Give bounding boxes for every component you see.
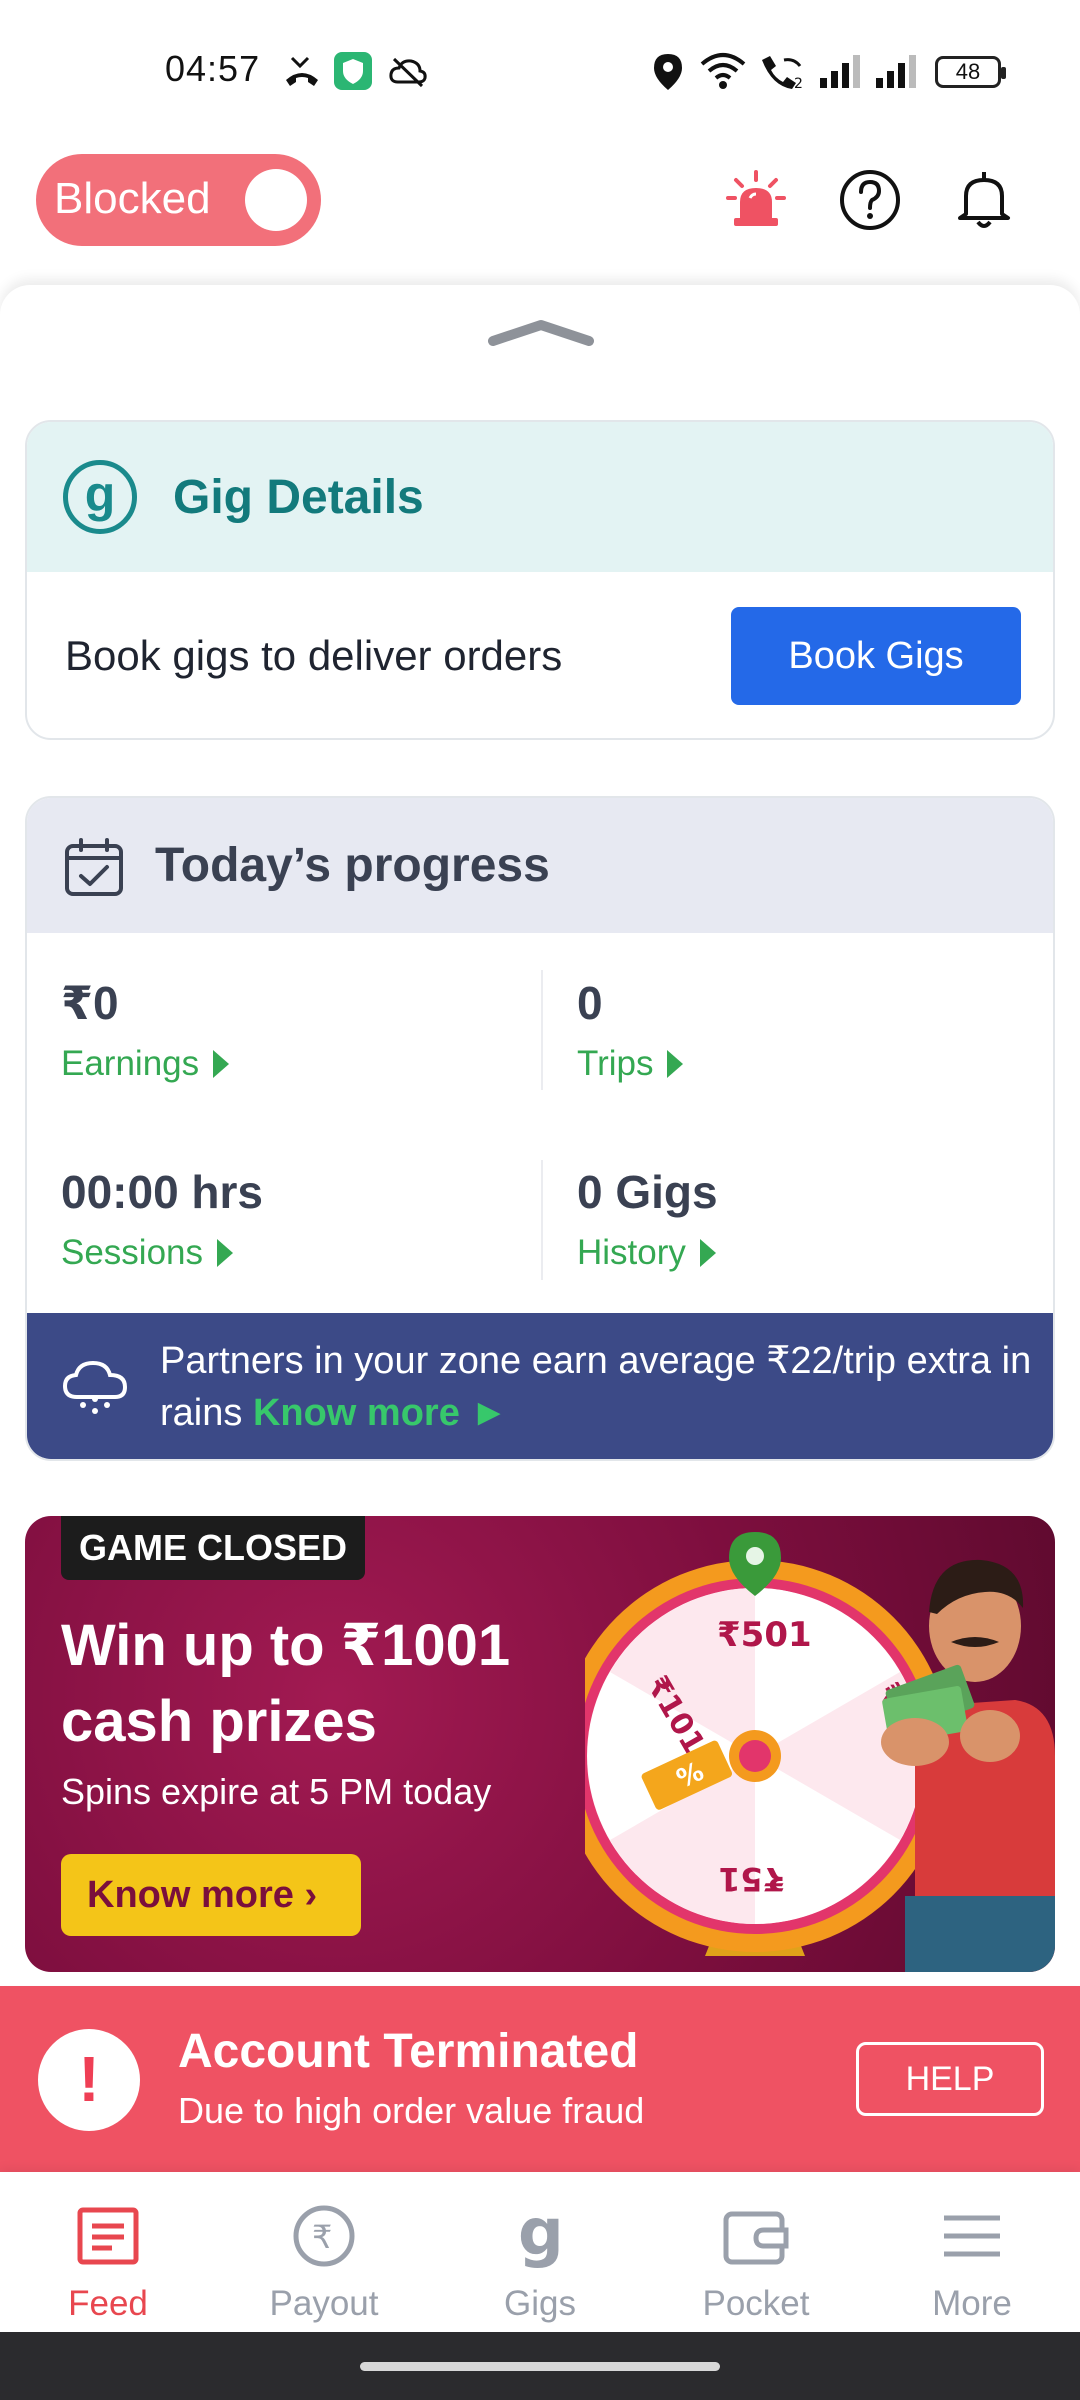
nav-item-payout[interactable]: ₹ Payout xyxy=(216,2172,432,2332)
stat-divider xyxy=(541,970,543,1090)
status-time: 04:57 xyxy=(165,48,261,89)
wallet-icon xyxy=(723,2211,789,2265)
trips-link[interactable]: Trips xyxy=(577,1044,684,1084)
cloud-off-icon xyxy=(389,57,427,88)
chevron-right-icon xyxy=(213,1050,230,1078)
duty-status-label: Blocked xyxy=(54,174,211,223)
wifi-icon xyxy=(700,53,746,89)
siren-icon[interactable] xyxy=(724,168,788,232)
help-button[interactable]: HELP xyxy=(856,2042,1044,2116)
home-gesture-handle[interactable] xyxy=(360,2362,720,2371)
wheel-label-501: ₹501 xyxy=(717,1615,812,1655)
nav-item-more[interactable]: More xyxy=(864,2172,1080,2332)
trips-stat[interactable]: 0 Trips xyxy=(577,976,684,1084)
rain-banner-text: Partners in your zone earn average ₹22/t… xyxy=(160,1340,1032,1434)
help-icon[interactable] xyxy=(838,168,902,232)
gigs-history-value: 0 Gigs xyxy=(577,1166,718,1218)
stat-divider xyxy=(541,1160,543,1280)
nav-item-pocket[interactable]: Pocket xyxy=(648,2172,864,2332)
signal-icon-1 xyxy=(820,55,860,88)
signal-icon-2 xyxy=(876,55,916,88)
chevron-right-icon xyxy=(667,1050,684,1078)
earnings-value: ₹0 xyxy=(61,977,119,1029)
system-navigation-bar xyxy=(0,2332,1080,2400)
todays-progress-card: Today’s progress ₹0 Earnings 0 Trips 00:… xyxy=(25,796,1055,1461)
sheet-drag-handle[interactable] xyxy=(487,317,595,347)
gig-details-description: Book gigs to deliver orders xyxy=(65,632,563,679)
nav-item-gigs[interactable]: g Gigs xyxy=(432,2172,648,2332)
gig-details-card: g Gig Details Book gigs to deliver order… xyxy=(25,420,1055,740)
location-icon xyxy=(654,54,682,90)
svg-text:₹: ₹ xyxy=(312,2218,332,2256)
game-subtitle: Spins expire at 5 PM today xyxy=(61,1771,492,1812)
gig-logo-icon: g xyxy=(63,460,137,534)
gig-details-title: Gig Details xyxy=(173,471,424,524)
bottom-navigation: Feed ₹ Payout g Gigs Pocket More xyxy=(0,2172,1080,2332)
feed-icon xyxy=(77,2207,139,2265)
spin-wheel-game-banner[interactable]: GAME CLOSED Win up to ₹1001 cash prizes … xyxy=(25,1516,1055,1972)
nav-label-feed: Feed xyxy=(68,2284,148,2323)
menu-icon xyxy=(944,2215,1000,2257)
svg-text:g: g xyxy=(518,2200,564,2270)
trips-value: 0 xyxy=(577,977,603,1029)
nav-label-pocket: Pocket xyxy=(702,2284,810,2323)
rain-incentive-banner[interactable]: Partners in your zone earn average ₹22/t… xyxy=(27,1313,1053,1459)
termination-title: Account Terminated xyxy=(178,2025,639,2078)
nav-item-feed[interactable]: Feed xyxy=(0,2172,216,2332)
wheel-label-51: ₹51 xyxy=(718,1860,785,1898)
duty-status-toggle[interactable]: Blocked xyxy=(36,154,321,246)
earnings-link[interactable]: Earnings xyxy=(61,1044,230,1084)
status-bar: 04:57 2 48 xyxy=(0,0,1080,140)
book-gigs-button[interactable]: Book Gigs xyxy=(731,607,1021,705)
toggle-knob xyxy=(245,169,307,231)
nav-label-more: More xyxy=(932,2284,1012,2323)
nav-label-payout: Payout xyxy=(269,2284,379,2323)
gigs-icon: g xyxy=(518,2200,564,2270)
history-link[interactable]: History xyxy=(577,1233,718,1273)
rain-know-more-link[interactable]: Know more ► xyxy=(253,1392,508,1434)
progress-header: Today’s progress xyxy=(27,798,1053,933)
nav-label-gigs: Gigs xyxy=(504,2284,576,2323)
sessions-stat[interactable]: 00:00 hrs Sessions xyxy=(61,1165,263,1273)
game-title: Win up to ₹1001 cash prizes xyxy=(61,1613,511,1754)
chevron-right-icon xyxy=(217,1239,234,1267)
app-header: Blocked xyxy=(0,140,1080,285)
missed-call-icon xyxy=(286,56,318,86)
battery-indicator: 48 xyxy=(935,56,1006,88)
earnings-stat[interactable]: ₹0 Earnings xyxy=(61,976,230,1084)
spin-wheel-illustration: ₹501 ₹101 ₹51 ₹ % xyxy=(585,1532,1055,1972)
alert-exclamation-icon: ! xyxy=(38,2029,140,2131)
progress-title: Today’s progress xyxy=(155,839,550,892)
rain-cloud-icon xyxy=(62,1360,128,1414)
sessions-value: 00:00 hrs xyxy=(61,1166,264,1218)
termination-reason: Due to high order value fraud xyxy=(178,2090,645,2131)
history-stat[interactable]: 0 Gigs History xyxy=(577,1165,718,1273)
gig-details-header: g Gig Details xyxy=(27,422,1053,572)
calendar-check-icon xyxy=(65,838,123,896)
game-know-more-button[interactable]: Know more › xyxy=(61,1854,361,1936)
svg-text:2: 2 xyxy=(794,76,803,90)
notification-bell-icon[interactable] xyxy=(952,168,1016,232)
security-app-icon xyxy=(334,52,372,90)
game-closed-badge: GAME CLOSED xyxy=(61,1516,366,1580)
account-terminated-banner: ! Account Terminated Due to high order v… xyxy=(0,1986,1080,2172)
rupee-icon: ₹ xyxy=(293,2205,355,2267)
sessions-link[interactable]: Sessions xyxy=(61,1233,263,1273)
wifi-calling-icon: 2 xyxy=(762,56,803,90)
chevron-right-icon xyxy=(699,1239,716,1267)
